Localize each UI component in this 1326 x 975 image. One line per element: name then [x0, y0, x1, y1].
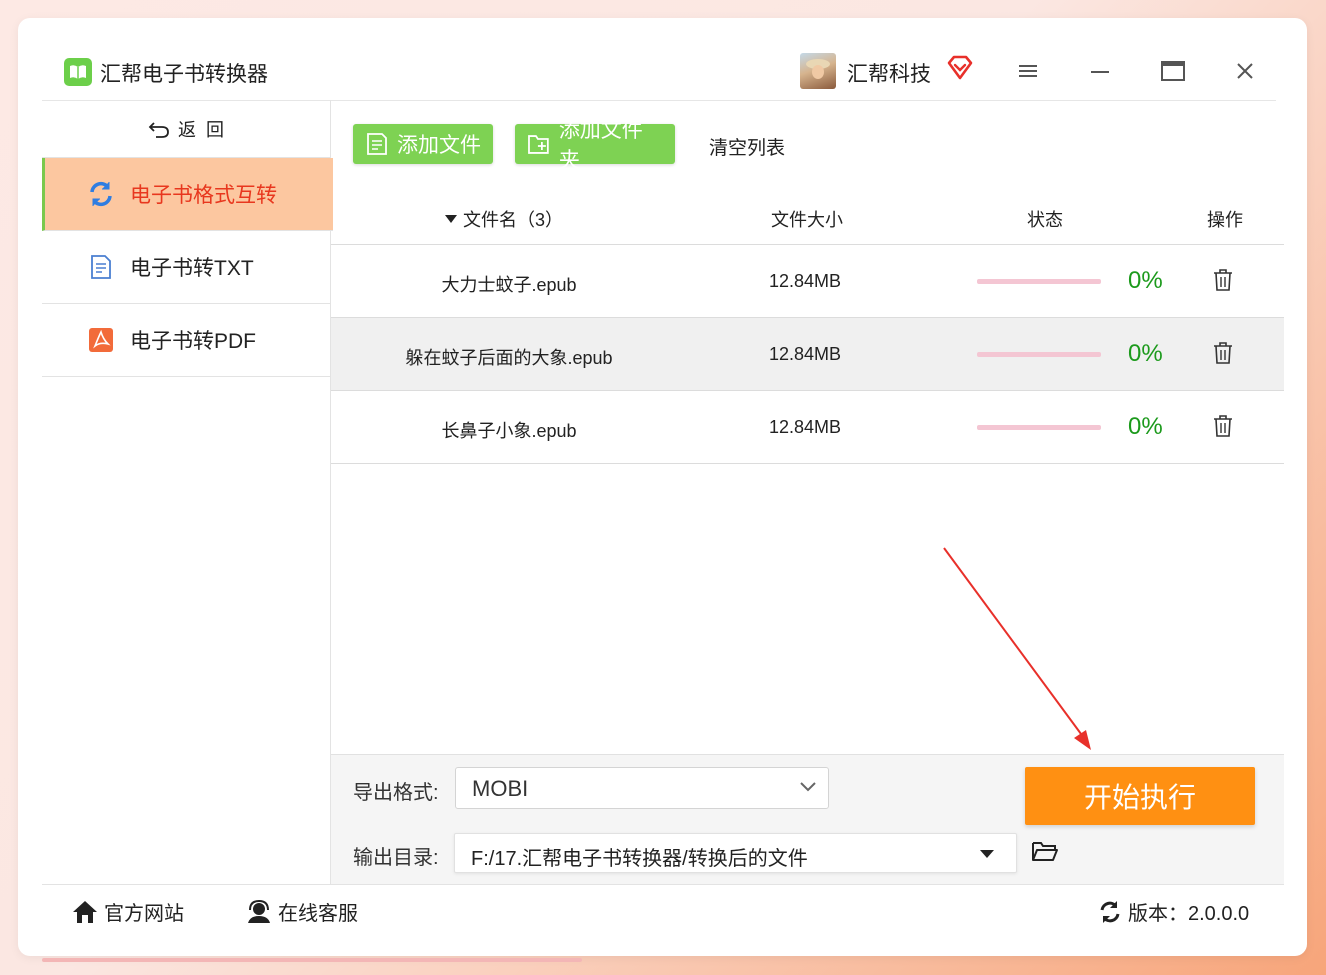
- progress-bar: [977, 352, 1101, 357]
- table-row[interactable]: 躲在蚊子后面的大象.epub 12.84MB 0%: [331, 318, 1284, 391]
- sidebar-item-to-pdf[interactable]: 电子书转PDF: [42, 304, 330, 377]
- home-icon: [73, 900, 97, 923]
- progress-percent: 0%: [1128, 413, 1163, 440]
- file-name: 大力士蚊子.epub: [441, 275, 577, 295]
- name-header-label: 文件名（3）: [463, 210, 564, 230]
- size-header: 文件大小: [771, 210, 843, 230]
- file-name: 长鼻子小象.epub: [441, 421, 577, 441]
- file-name: 躲在蚊子后面的大象.epub: [405, 348, 613, 368]
- status-header: 状态: [1027, 210, 1063, 230]
- dir-label: 输出目录:: [353, 847, 439, 869]
- progress-bar: [977, 279, 1101, 284]
- add-folder-button[interactable]: 添加文件夹: [515, 119, 675, 172]
- close-icon[interactable]: [1230, 56, 1260, 86]
- document-icon: [86, 254, 116, 280]
- company-name[interactable]: 汇帮科技: [847, 58, 931, 88]
- progress-bar: [977, 425, 1101, 430]
- app-window: 汇帮电子书转换器 汇帮科技 返 回 电子书格式互转 电子书转TXT 电子书转PD…: [42, 42, 1284, 934]
- sidebar-item-format-convert[interactable]: 电子书格式互转: [42, 158, 333, 231]
- file-table-header: 文件名（3） 文件大小 状态 操作: [331, 186, 1284, 245]
- menu-icon[interactable]: [1013, 56, 1043, 86]
- scroll-indicator: [42, 958, 582, 962]
- toolbar: 添加文件 添加文件夹 清空列表: [331, 100, 1284, 186]
- support-label: 在线客服: [278, 903, 358, 925]
- format-value: MOBI: [472, 776, 529, 801]
- file-size: 12.84MB: [769, 417, 842, 437]
- table-row[interactable]: 长鼻子小象.epub 12.84MB 0%: [331, 391, 1284, 464]
- maximize-icon[interactable]: [1158, 56, 1188, 86]
- delete-icon[interactable]: [1213, 415, 1233, 442]
- back-arrow-icon: [148, 121, 169, 138]
- progress-percent: 0%: [1128, 340, 1163, 367]
- website-link[interactable]: 官方网站: [72, 897, 184, 926]
- open-folder-icon[interactable]: [1031, 839, 1059, 868]
- back-button[interactable]: 返 回: [42, 100, 330, 158]
- output-options-panel: 导出格式: MOBI 输出目录: F:/17.汇帮电子书转换器/转换后的文件 开…: [331, 754, 1284, 885]
- footer: 官方网站 在线客服 版本：2.0.0.0: [42, 884, 1284, 935]
- add-folder-label: 添加文件夹: [558, 119, 643, 172]
- progress-percent: 0%: [1128, 267, 1163, 294]
- add-folder-icon: [528, 135, 549, 154]
- app-title: 汇帮电子书转换器: [100, 63, 268, 86]
- title-bar: 汇帮电子书转换器 汇帮科技: [42, 42, 1276, 101]
- back-label: 返 回: [177, 119, 224, 140]
- support-link[interactable]: 在线客服: [246, 897, 358, 926]
- add-file-label: 添加文件: [397, 134, 481, 157]
- vip-diamond-icon[interactable]: [946, 54, 974, 87]
- chevron-down-icon: [800, 782, 816, 792]
- table-row[interactable]: 大力士蚊子.epub 12.84MB 0%: [331, 245, 1284, 318]
- sidebar-item-label: 电子书格式互转: [130, 184, 277, 207]
- delete-icon[interactable]: [1213, 342, 1233, 369]
- format-label: 导出格式:: [353, 782, 439, 804]
- sidebar-item-label: 电子书转TXT: [130, 257, 254, 280]
- user-avatar[interactable]: [800, 53, 836, 89]
- version-info[interactable]: 版本：2.0.0.0: [1098, 897, 1249, 926]
- sort-name-header[interactable]: 文件名（3）: [445, 206, 563, 232]
- sidebar: 返 回 电子书格式互转 电子书转TXT 电子书转PDF: [42, 100, 333, 884]
- output-dir-select[interactable]: F:/17.汇帮电子书转换器/转换后的文件: [454, 833, 1017, 873]
- refresh-icon: [1100, 900, 1120, 923]
- output-dir-value: F:/17.汇帮电子书转换器/转换后的文件: [471, 848, 808, 870]
- website-label: 官方网站: [104, 903, 184, 925]
- file-size: 12.84MB: [769, 344, 842, 364]
- app-logo-icon: [64, 58, 92, 86]
- version-label: 版本：2.0.0.0: [1128, 903, 1250, 925]
- dropdown-caret-icon: [980, 850, 994, 858]
- pdf-icon: [86, 327, 116, 353]
- file-size: 12.84MB: [769, 271, 842, 291]
- customer-service-icon: [248, 899, 270, 923]
- sidebar-item-to-txt[interactable]: 电子书转TXT: [42, 231, 330, 304]
- file-list-icon: [367, 133, 387, 155]
- refresh-icon: [86, 180, 116, 208]
- format-select[interactable]: MOBI: [455, 767, 829, 809]
- start-button[interactable]: 开始执行: [1025, 767, 1255, 825]
- action-header: 操作: [1207, 210, 1243, 230]
- clear-list-button[interactable]: 清空列表: [709, 133, 785, 160]
- sidebar-item-label: 电子书转PDF: [130, 330, 256, 353]
- minimize-icon[interactable]: [1085, 56, 1115, 86]
- sort-down-icon: [445, 215, 457, 223]
- delete-icon[interactable]: [1213, 269, 1233, 296]
- add-file-button[interactable]: 添加文件: [353, 124, 493, 164]
